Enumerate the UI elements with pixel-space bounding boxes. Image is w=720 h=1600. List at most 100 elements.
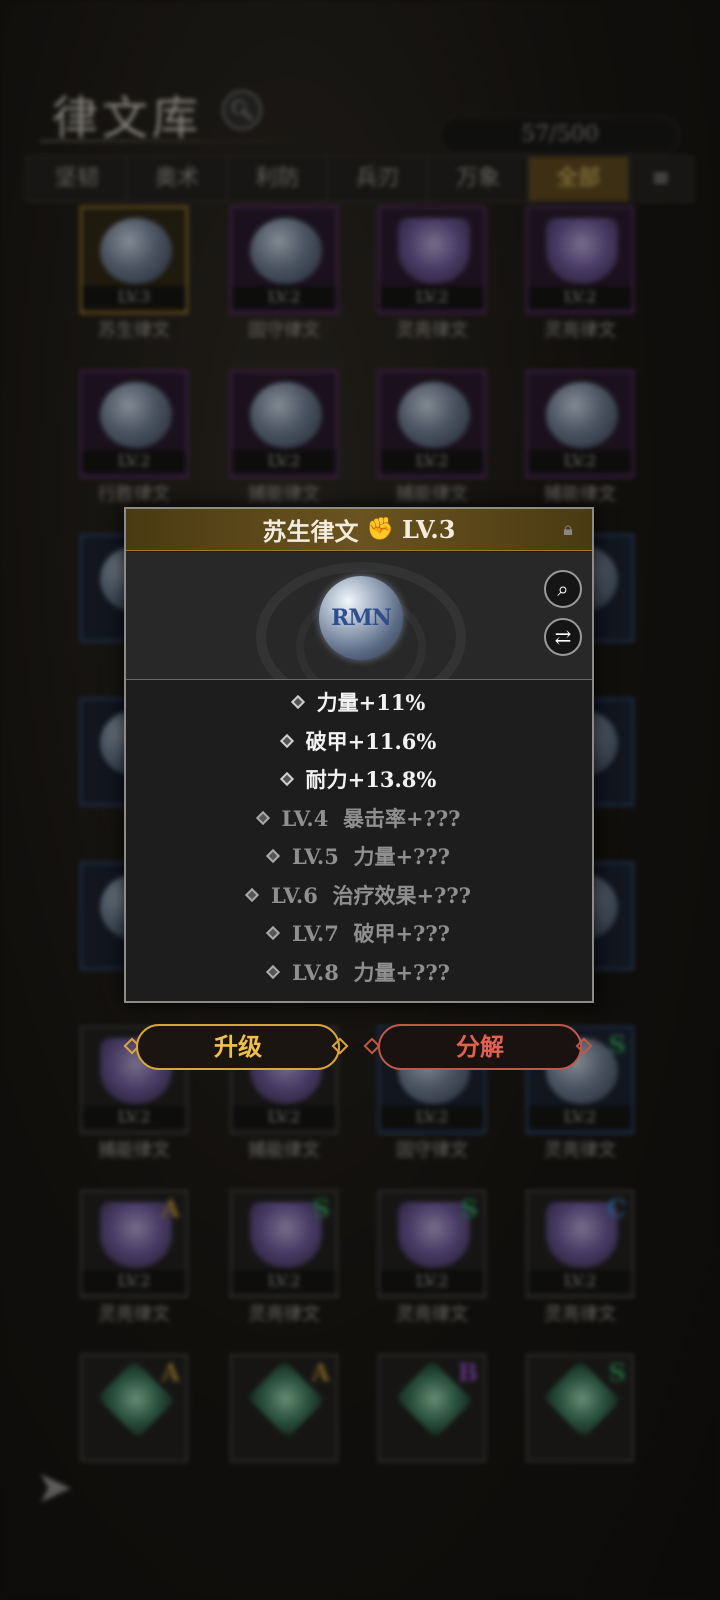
tile-level: LV.2 [528, 1106, 632, 1128]
rune-tile[interactable]: S [526, 1354, 634, 1462]
rune-tile-name: 捕能律文 [248, 484, 320, 505]
rune-tile-name: 固守律文 [396, 1140, 468, 1161]
tile-level: LV.2 [528, 1270, 632, 1292]
rune-tile[interactable]: LV.2 C [526, 1190, 634, 1298]
rune-gem-icon [398, 218, 470, 284]
stat-row-locked: LV.4 暴击率+??? [126, 799, 592, 838]
search-icon[interactable]: 🔍︎ [222, 90, 262, 130]
tile-level: LV.2 [528, 286, 632, 308]
rune-name: 苏生律文 [262, 517, 359, 546]
magnify-icon[interactable]: ⌕ [544, 570, 582, 608]
stat-row-locked: LV.7 破甲+??? [126, 914, 592, 953]
rune-gem-icon [546, 218, 618, 284]
stat-row-locked: LV.8 力量+??? [126, 953, 592, 992]
rune-gem-icon [398, 382, 470, 448]
rune-tile[interactable]: LV.2 [80, 370, 188, 478]
rune-tile[interactable]: LV.2 S [230, 1190, 338, 1298]
rune-tile[interactable]: A [80, 1354, 188, 1462]
lock-icon[interactable]: 🔒︎ [556, 519, 580, 541]
rune-tile[interactable]: LV.2 [230, 206, 338, 314]
tile-level: LV.2 [380, 286, 484, 308]
tab-bingren[interactable]: 兵刃 [328, 157, 429, 201]
back-arrow-icon[interactable]: ➤ [36, 1462, 73, 1513]
rune-detail-popup: 苏生律文 ✊ LV.3 🔒︎ RMN ⌕ ⇄ 力量+11% 破甲+11.6% 耐… [124, 507, 594, 1003]
stat-text: 力量+11% [316, 690, 426, 716]
rank-badge: A [161, 1358, 180, 1387]
tile-level: LV.2 [82, 450, 186, 472]
rank-badge: S [608, 1030, 626, 1059]
disassemble-button[interactable]: 分解 [378, 1024, 582, 1070]
rune-tile[interactable]: LV.2 [230, 370, 338, 478]
rune-tile[interactable]: LV.2 A [80, 1190, 188, 1298]
rune-gem-icon [398, 1202, 470, 1268]
rune-tile-name: 灵亮律文 [98, 1304, 170, 1325]
rune-tile-name: 固守律文 [248, 320, 320, 341]
rune-tile[interactable]: A [230, 1354, 338, 1462]
stat-text: LV.8 力量+??? [292, 959, 450, 985]
rune-gem-icon [100, 218, 172, 284]
rune-tile-name: 灵亮律文 [544, 320, 616, 341]
rank-badge: S [608, 1358, 626, 1387]
tile-level: LV.3 [82, 286, 186, 308]
rune-tile[interactable]: LV.3 [80, 206, 188, 314]
category-tabs: 坚韧 奥术 利防 兵刃 万象 全部 ≡ [26, 156, 694, 202]
rune-tile[interactable]: LV.2 [378, 370, 486, 478]
rune-tile-name: 灵亮律文 [396, 320, 468, 341]
stat-row-locked: LV.6 治疗效果+??? [126, 876, 592, 915]
page-title: 律文库 [52, 91, 202, 145]
rune-tile[interactable]: LV.2 [526, 206, 634, 314]
tile-level: LV.2 [82, 1270, 186, 1292]
rune-gem-icon [250, 382, 322, 448]
tile-level: LV.2 [380, 1270, 484, 1292]
tile-level: LV.2 [380, 450, 484, 472]
rank-badge: B [457, 1358, 478, 1387]
diamond-bullet-icon [265, 964, 281, 979]
tile-level: LV.2 [528, 450, 632, 472]
title-underline [40, 140, 300, 142]
rune-gem-image: RMN [319, 576, 403, 660]
rune-tile[interactable]: LV.2 [378, 206, 486, 314]
tab-all[interactable]: 全部 [528, 157, 629, 201]
filter-icon[interactable]: ≡ [629, 157, 693, 201]
stat-text: LV.7 破甲+??? [292, 921, 450, 947]
stat-row: 破甲+11.6% [126, 722, 592, 761]
diamond-bullet-icon [279, 772, 294, 787]
upgrade-button[interactable]: 升级 [136, 1024, 340, 1070]
diamond-bullet-icon [265, 926, 281, 941]
swap-icon[interactable]: ⇄ [544, 618, 582, 656]
stat-text: LV.6 治疗效果+??? [271, 882, 471, 908]
rune-tile[interactable]: B [378, 1354, 486, 1462]
stat-list: 力量+11% 破甲+11.6% 耐力+13.8% LV.4 暴击率+??? LV… [126, 683, 592, 991]
tile-level: LV.2 [82, 1106, 186, 1128]
stat-row: 力量+11% [126, 683, 592, 722]
tile-level: LV.2 [232, 1270, 336, 1292]
rank-badge: A [161, 1194, 180, 1223]
stat-text: LV.4 暴击率+??? [281, 805, 461, 831]
tab-jianren[interactable]: 坚韧 [27, 157, 128, 201]
capacity-counter: 57/500 [440, 116, 680, 154]
tab-aoshu[interactable]: 奥术 [127, 157, 228, 201]
tile-level: LV.2 [232, 450, 336, 472]
tab-wanxiang[interactable]: 万象 [428, 157, 529, 201]
rune-art-area: RMN ⌕ ⇄ [126, 552, 592, 680]
rune-tile-name: 捕能律文 [98, 1140, 170, 1161]
tab-lifang[interactable]: 利防 [228, 157, 328, 201]
rune-tile[interactable]: LV.2 [526, 370, 634, 478]
diamond-bullet-icon [279, 733, 294, 748]
fist-type-icon: ✊ [366, 517, 394, 542]
rank-badge: C [606, 1194, 626, 1223]
rank-badge: A [311, 1358, 330, 1387]
diamond-bullet-icon [265, 849, 281, 864]
rune-gem-icon [546, 382, 618, 448]
rune-gem-icon [250, 218, 322, 284]
diamond-bullet-icon [255, 810, 270, 825]
rune-tile-name: 灵亮律文 [248, 1304, 320, 1325]
rune-tile[interactable]: LV.2 S [378, 1190, 486, 1298]
tile-level: LV.2 [380, 1106, 484, 1128]
rune-tile-name: 捕能律文 [396, 484, 468, 505]
rune-tile-name: 灵亮律文 [544, 1304, 616, 1325]
rune-tile-name: 捕能律文 [544, 484, 616, 505]
rune-tile-name: 灵亮律文 [396, 1304, 468, 1325]
rune-gem-icon [250, 1202, 322, 1268]
rune-level: LV.3 [401, 515, 456, 544]
